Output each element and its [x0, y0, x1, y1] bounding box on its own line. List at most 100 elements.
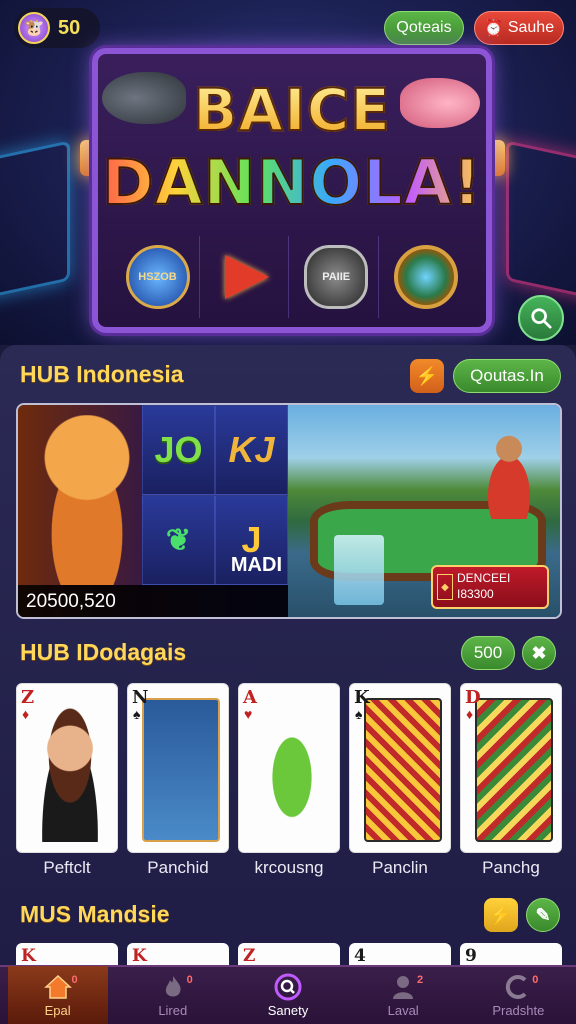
fire-icon [159, 973, 187, 1001]
nav-item-label: Lired [158, 1003, 188, 1018]
neon-sign-right [506, 140, 576, 300]
promo-tile: JO [142, 405, 215, 495]
game-card[interactable]: Z ♦ [16, 683, 118, 853]
card-art [253, 698, 331, 842]
nav-item-label: Laval [387, 1003, 419, 1018]
reel-row: HSZOB PAIIE [116, 236, 468, 318]
card-art [142, 698, 220, 842]
card-icon: ◆ [437, 574, 453, 600]
lightning-icon: ⚡ [415, 365, 439, 386]
cash-icon [504, 973, 532, 1001]
quotas-button[interactable]: Qoutas.In [453, 359, 561, 393]
diamond-icon: ♦ [466, 706, 474, 722]
shop-button[interactable]: ⏰ Sauhe [474, 11, 564, 45]
slot-title-line2: DANNOLA! [98, 145, 486, 220]
nav-badge: 0 [532, 974, 539, 986]
section-title: MUS Mandsie [20, 901, 170, 927]
waterfall-image [334, 535, 384, 605]
nav-item-fire[interactable]: 0 Lired [123, 966, 223, 1024]
card-label[interactable]: Peftclt [16, 858, 118, 878]
section-title: HUB Indonesia [20, 361, 184, 387]
nav-item-profile[interactable]: 2 Laval [353, 966, 453, 1024]
shop-button-label: Sauhe [507, 19, 555, 36]
nav-badge: 0 [186, 974, 193, 986]
heart-icon: ♥ [244, 706, 253, 722]
card-label[interactable]: krcousng [238, 858, 340, 878]
card-art [364, 698, 442, 842]
fish-icon [400, 78, 480, 128]
tools-button[interactable]: ✎ [526, 898, 560, 932]
quotas-button-label: Qoutas.In [470, 366, 544, 385]
nav-item-cash[interactable]: 0 Pradshte [468, 966, 568, 1024]
reel [384, 236, 468, 318]
user-icon [389, 973, 417, 1001]
card-rank: K [354, 687, 370, 708]
search-icon [531, 308, 552, 329]
game-card[interactable]: K ♠ [349, 683, 451, 853]
reel-token: PAIIE [304, 245, 369, 309]
count-pill[interactable]: 500 [461, 636, 515, 670]
nav-item-search[interactable]: Sanety [238, 966, 338, 1024]
main-content: HUB Indonesia ⚡ Qoutas.In JO KJ ❦ J MADI… [0, 345, 576, 973]
card-rank: N [132, 687, 149, 708]
reel [205, 236, 290, 318]
diamond-icon: ♦ [22, 706, 30, 722]
promo-tile: KJ [215, 405, 288, 495]
fisherman-image [474, 429, 544, 519]
promo-fishing-panel[interactable]: ◆ DENCEEI I83300 [288, 405, 560, 617]
promo-badge-line2: I83300 [457, 587, 494, 601]
hero-banner: 🐮 50 Qoteais ⏰ Sauhe BAICE DANNOLA! HSZO… [0, 0, 576, 345]
card-label[interactable]: Panclin [349, 858, 451, 878]
arrow-icon [215, 245, 279, 309]
card-label-row: Peftclt Panchid krcousng Panclin Panchg [16, 858, 562, 878]
nav-item-home[interactable]: 0 Epal [7, 966, 108, 1024]
card-art [475, 698, 553, 842]
tiger-mascot [32, 415, 142, 585]
home-icon [43, 973, 72, 1001]
promo-badge[interactable]: ◆ DENCEEI I83300 [431, 565, 549, 609]
tools-icon: ✎ [535, 904, 551, 925]
search-button[interactable] [518, 295, 564, 341]
coin-value: 50 [58, 16, 81, 39]
fish-icon [102, 72, 186, 124]
section-title: HUB IDodagais [20, 639, 187, 665]
clock-icon: ⏰ [483, 20, 504, 37]
lightning-button[interactable]: ⚡ [410, 359, 444, 393]
search-icon [274, 973, 302, 1001]
game-card[interactable]: N ♠ [127, 683, 229, 853]
promo-banner[interactable]: JO KJ ❦ J MADI 20500,520 ◆ DENCEEI I8330… [16, 403, 562, 619]
reel: PAIIE [295, 236, 379, 318]
card-label[interactable]: Panchg [460, 858, 562, 878]
reel-token: HSZOB [125, 245, 190, 309]
neon-sign-left [0, 140, 70, 300]
promo-label: MADI [230, 554, 282, 576]
promo-amount: 20500,520 [18, 585, 288, 617]
card-label[interactable]: Panchid [127, 858, 229, 878]
quests-button[interactable]: Qoteais [384, 11, 464, 45]
card-art [31, 698, 109, 842]
avatar: 🐮 [18, 12, 50, 44]
game-card[interactable]: D ♦ [460, 683, 562, 853]
card-row: Z ♦ N ♠ A ♥ K ♠ D ♦ [16, 683, 562, 853]
spade-icon: ♠ [133, 706, 141, 722]
quests-button-label: Qoteais [396, 19, 452, 36]
coin-balance[interactable]: 🐮 50 [14, 8, 100, 48]
tools-button[interactable]: ✖ [522, 636, 556, 670]
nav-item-label: Pradshte [492, 1003, 545, 1018]
leaf-icon: ❦ [142, 495, 215, 585]
nav-item-label: Sanety [267, 1003, 309, 1018]
coin-icon [393, 245, 458, 309]
card-rank: Z [21, 687, 35, 708]
game-card[interactable]: A ♥ [238, 683, 340, 853]
card-rank: A [243, 687, 257, 708]
lightning-icon: ⚡ [489, 904, 513, 925]
promo-slot-panel[interactable]: JO KJ ❦ J MADI 20500,520 [18, 405, 288, 617]
tools-icon: ✖ [531, 642, 547, 663]
bottom-nav: 0 Epal 0 Lired Sanety 2 Laval 0 Pradshte [0, 965, 576, 1024]
spade-icon: ♠ [355, 706, 363, 722]
nav-badge: 2 [417, 974, 424, 986]
card-rank: D [465, 687, 481, 708]
reel: HSZOB [116, 236, 200, 318]
lightning-button[interactable]: ⚡ [484, 898, 518, 932]
promo-badge-line1: DENCEEI [457, 571, 511, 586]
